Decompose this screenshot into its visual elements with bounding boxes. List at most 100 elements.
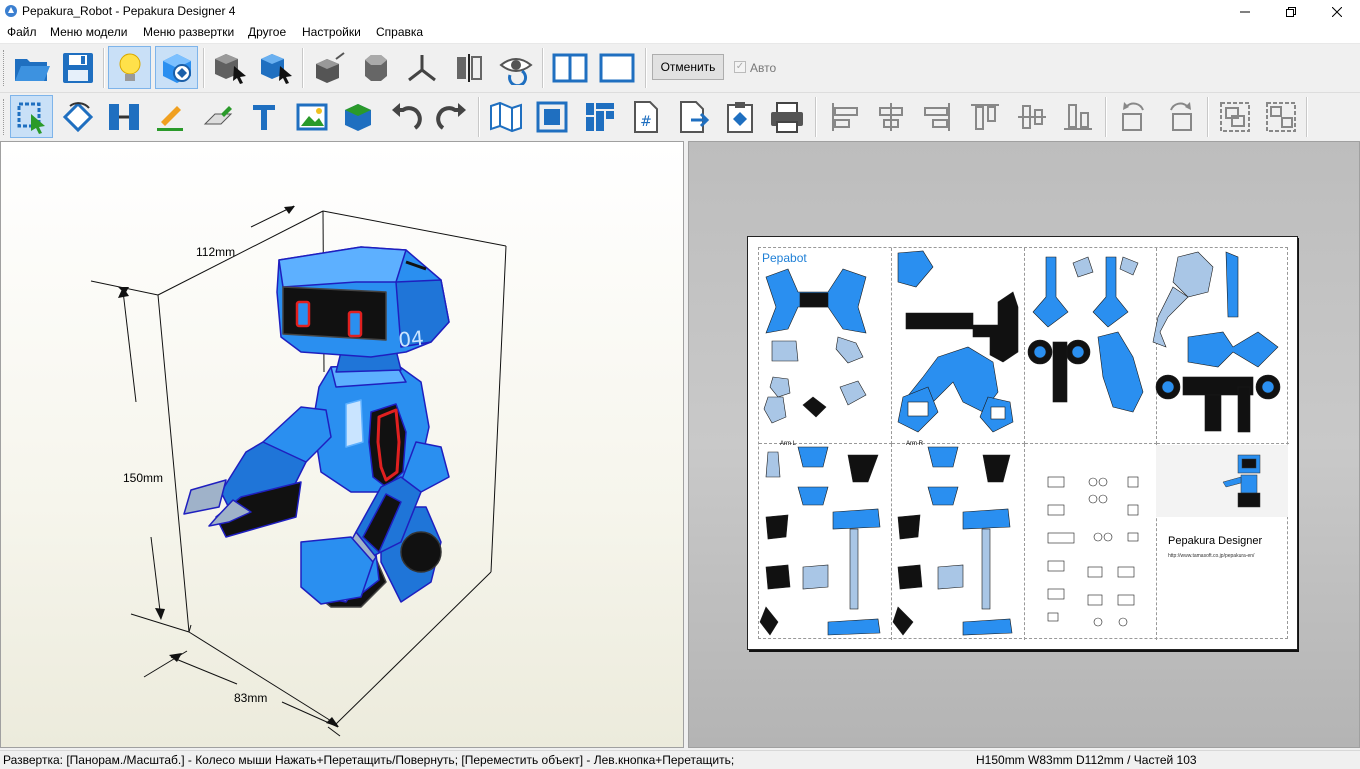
align-right-button[interactable] bbox=[915, 95, 958, 138]
print-button[interactable] bbox=[765, 95, 808, 138]
toolbar-grip-2[interactable] bbox=[3, 99, 7, 135]
group-icon bbox=[1219, 101, 1250, 132]
cube-icon bbox=[315, 51, 345, 83]
cancel-button[interactable]: Отменить bbox=[652, 54, 724, 80]
print-sheet[interactable]: Pepabot Arm L Arm R Pepakura Designer ht… bbox=[747, 236, 1298, 650]
texture-toggle-button[interactable] bbox=[155, 46, 198, 89]
close-button[interactable] bbox=[1314, 0, 1360, 23]
cube-arrow-icon bbox=[214, 53, 246, 84]
auto-checkbox[interactable]: ✓ bbox=[734, 61, 746, 73]
maximize-button[interactable] bbox=[1268, 0, 1314, 23]
flap-edit-icon bbox=[203, 105, 232, 124]
select-arrow-icon bbox=[17, 102, 45, 134]
rotate-left-button[interactable] bbox=[1112, 95, 1155, 138]
svg-text:#: # bbox=[640, 114, 652, 130]
hexagon-prism-icon bbox=[364, 54, 387, 81]
axis-icon bbox=[407, 54, 436, 81]
brand-url: http://www.tamasoft.co.jp/pepakura-en/ bbox=[1168, 553, 1255, 559]
view-refresh-button[interactable] bbox=[494, 46, 537, 89]
menu-other[interactable]: Другое bbox=[248, 25, 286, 39]
single-view-button[interactable] bbox=[595, 46, 638, 89]
status-info: H150mm W83mm D112mm / Частей 103 bbox=[976, 753, 1197, 767]
align-center-h-icon bbox=[878, 102, 903, 131]
cylinder-tool-button[interactable] bbox=[354, 46, 397, 89]
join-parts-button[interactable] bbox=[102, 95, 145, 138]
image-icon bbox=[296, 103, 327, 130]
redo-icon bbox=[435, 102, 466, 130]
floppy-disk-icon bbox=[62, 52, 93, 83]
grid-parts-icon bbox=[585, 102, 614, 131]
align-center-h-button[interactable] bbox=[869, 95, 912, 138]
menu-unfold[interactable]: Меню развертки bbox=[143, 25, 234, 39]
align-left-icon bbox=[831, 102, 858, 131]
menu-help[interactable]: Справка bbox=[376, 25, 423, 39]
mirror-tool-button[interactable] bbox=[447, 46, 490, 89]
image-tool-button[interactable] bbox=[290, 95, 333, 138]
menu-bar: Файл Меню модели Меню развертки Другое Н… bbox=[0, 23, 1360, 44]
dimension-width-label: 112mm bbox=[196, 245, 235, 259]
clipboard-icon bbox=[726, 101, 753, 133]
undo-button[interactable] bbox=[384, 95, 427, 138]
align-middle-button[interactable] bbox=[1010, 95, 1053, 138]
align-top-button[interactable] bbox=[963, 95, 1006, 138]
arrange-parts-button[interactable] bbox=[578, 95, 621, 138]
save-button[interactable] bbox=[56, 46, 99, 89]
menu-file[interactable]: Файл bbox=[7, 25, 37, 39]
single-pane-icon bbox=[599, 53, 634, 82]
split-view-button[interactable] bbox=[548, 46, 591, 89]
pepakura-app-icon bbox=[5, 5, 17, 17]
map-icon bbox=[489, 101, 522, 132]
clipboard-button[interactable] bbox=[718, 95, 761, 138]
align-bottom-button[interactable] bbox=[1056, 95, 1099, 138]
select-face-button[interactable] bbox=[254, 46, 297, 89]
rotate-left-icon bbox=[1121, 101, 1144, 131]
window-title: Pepakura_Robot - Pepakura Designer 4 bbox=[22, 4, 236, 18]
toolbar-row-1: Отменить ✓ Авто bbox=[0, 44, 1360, 91]
export-button[interactable] bbox=[672, 95, 715, 138]
toolbar-row-2: # bbox=[0, 92, 1360, 140]
text-tool-button[interactable] bbox=[242, 95, 285, 138]
select-edge-button[interactable] bbox=[208, 46, 251, 89]
align-left-button[interactable] bbox=[823, 95, 866, 138]
open-button[interactable] bbox=[10, 46, 53, 89]
textured-cube-icon bbox=[162, 53, 191, 83]
light-bulb-icon bbox=[119, 53, 140, 81]
auto-label: Авто bbox=[750, 61, 777, 75]
unfold-button[interactable] bbox=[484, 95, 527, 138]
toolbar-grip[interactable] bbox=[3, 50, 7, 86]
minimize-icon bbox=[1240, 11, 1250, 12]
rotate-right-button[interactable] bbox=[1158, 95, 1201, 138]
status-bar: Развертка: [Панорам./Масштаб.] - Колесо … bbox=[0, 750, 1360, 769]
rotate-diamond-icon bbox=[62, 101, 93, 132]
menu-settings[interactable]: Настройки bbox=[302, 25, 361, 39]
rotate-button[interactable] bbox=[56, 95, 99, 138]
status-hint: Развертка: [Панорам./Масштаб.] - Колесо … bbox=[3, 753, 735, 767]
group-button[interactable] bbox=[1213, 95, 1256, 138]
ungroup-button[interactable] bbox=[1259, 95, 1302, 138]
menu-model[interactable]: Меню модели bbox=[50, 25, 127, 39]
3d-model-viewport[interactable]: 04 112mm 150mm 83mm bbox=[1, 142, 684, 748]
unfolded-parts bbox=[759, 250, 1288, 636]
page-hash-icon: # bbox=[633, 100, 658, 133]
minimize-button[interactable] bbox=[1222, 0, 1268, 23]
lighting-toggle-button[interactable] bbox=[108, 46, 151, 89]
dimension-height-label: 150mm bbox=[123, 471, 163, 485]
pencil-line-icon bbox=[156, 105, 183, 131]
robot-3d-model: 04 bbox=[183, 246, 450, 608]
part-number-button[interactable]: # bbox=[624, 95, 667, 138]
flap-tool-button[interactable] bbox=[196, 95, 239, 138]
two-pane-icon bbox=[552, 53, 587, 82]
align-bottom-icon bbox=[1063, 103, 1092, 130]
select-move-button[interactable] bbox=[10, 95, 53, 138]
redo-button[interactable] bbox=[430, 95, 473, 138]
3d-view-pane[interactable]: 04 112mm 150mm 83mm bbox=[0, 141, 684, 748]
box-tool-button[interactable] bbox=[336, 95, 379, 138]
axis-tool-button[interactable] bbox=[400, 46, 443, 89]
fit-to-page-button[interactable] bbox=[530, 95, 573, 138]
2d-unfold-pane[interactable]: Pepabot Arm L Arm R Pepakura Designer ht… bbox=[688, 141, 1360, 748]
eye-refresh-icon bbox=[498, 57, 533, 85]
dimension-depth-label: 83mm bbox=[234, 691, 267, 705]
edit-lines-button[interactable] bbox=[148, 95, 191, 138]
svg-text:04: 04 bbox=[397, 326, 424, 352]
cube-tool-button[interactable] bbox=[307, 46, 350, 89]
